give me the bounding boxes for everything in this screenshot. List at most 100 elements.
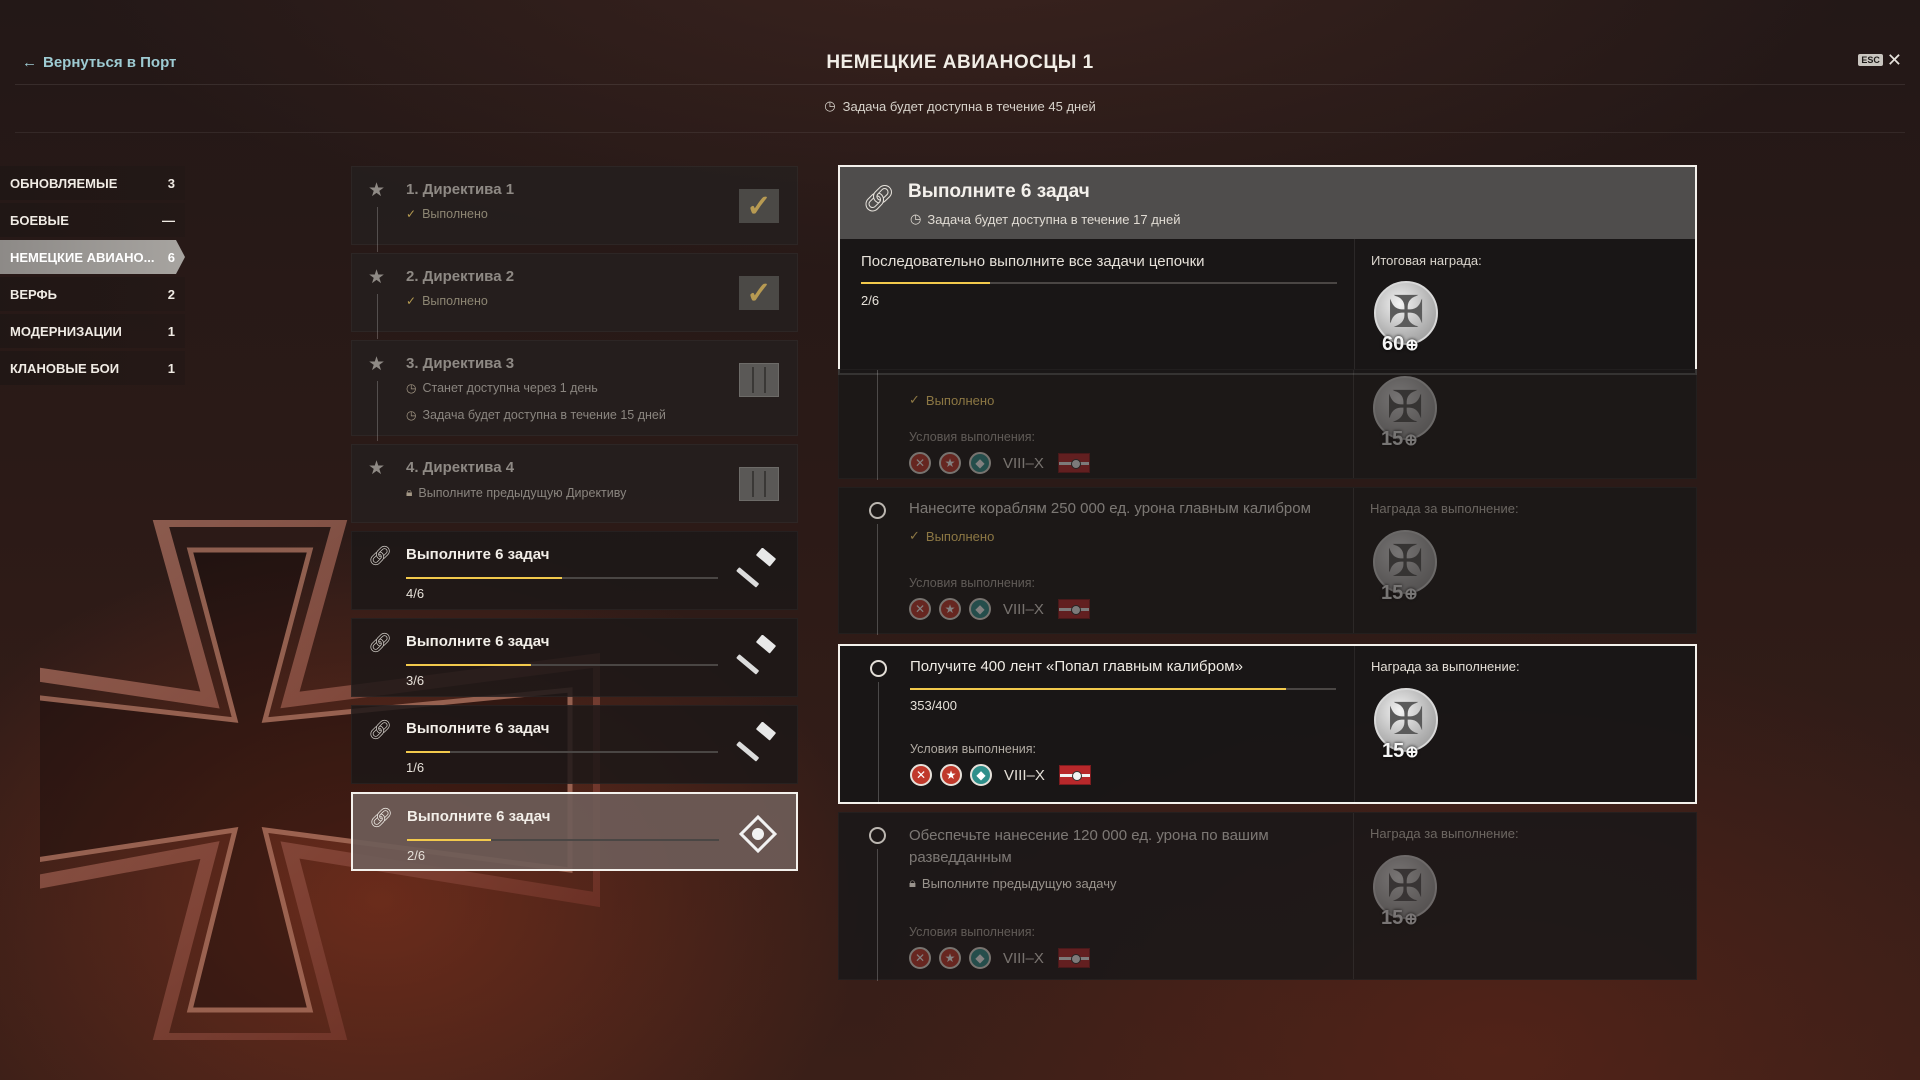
chain-card-1[interactable]: 🔗︎ Выполните 6 задач 4/6 (351, 531, 798, 610)
close-button[interactable]: ESC ✕ (1858, 51, 1902, 69)
battleship-icon: ◆ (969, 452, 991, 474)
clock-icon: ◷ (406, 381, 417, 395)
locked-crate-icon (739, 467, 779, 501)
category-item-german-carriers[interactable]: НЕМЕЦКИЕ АВИАНО... 6 (0, 240, 185, 274)
chain-progress-label: 3/6 (406, 673, 425, 688)
category-item-clan-battles[interactable]: КЛАНОВЫЕ БОИ 1 (0, 351, 185, 385)
close-icon[interactable]: ✕ (1887, 51, 1902, 69)
conditions-label: Условия выполнения: (909, 576, 1035, 590)
category-count: 1 (167, 323, 175, 339)
task-title-line-2: разведданным (909, 849, 1012, 866)
cruiser-icon: ★ (939, 452, 961, 474)
directive-status: ✓ Выполнено (406, 294, 488, 308)
chain-connector (377, 294, 378, 339)
cruiser-icon: ★ (939, 598, 961, 620)
germany-flag-icon (1057, 948, 1090, 968)
category-count: 1 (167, 360, 175, 376)
destroyer-icon: ✕ (909, 598, 931, 620)
clock-icon: ◷ (824, 98, 836, 113)
directive-card-1[interactable]: ★ 1. Директива 1 ✓ Выполнено ✓ (351, 166, 798, 252)
chain-card-2[interactable]: 🔗︎ Выполните 6 задач 3/6 (351, 618, 798, 697)
task-title-line-1: Обеспечьте нанесение 120 000 ед. урона п… (909, 827, 1269, 844)
task-card-2[interactable]: Нанесите кораблям 250 000 ед. урона глав… (838, 487, 1697, 635)
category-item-upgrades[interactable]: МОДЕРНИЗАЦИИ 1 (0, 314, 185, 348)
task-lock-status: 🔒︎ Выполните предыдущую задачу (909, 875, 1117, 891)
tier-range: VIII–X (1003, 949, 1044, 967)
chain-card-4-selected[interactable]: 🔗︎ Выполните 6 задач 2/6 (351, 792, 798, 871)
conditions-label: Условия выполнения: (909, 430, 1035, 444)
chain-summary-availability-text: Задача будет доступна в течение 17 дней (927, 211, 1181, 227)
chain-progress-label: 2/6 (407, 848, 426, 863)
task-lock-text: Выполните предыдущую задачу (921, 875, 1117, 891)
task-progress-bar (910, 688, 1336, 690)
directive-list: ★ 1. Директива 1 ✓ Выполнено ✓ ★ 2. Дире… (351, 166, 798, 879)
category-item-shipyard[interactable]: ВЕРФЬ 2 (0, 277, 185, 311)
completed-checkmark-icon: ✓ (739, 276, 779, 310)
task-status-text: Выполнено (925, 528, 995, 544)
hammer-icon (736, 722, 776, 762)
task-title: Нанесите кораблям 250 000 ед. урона глав… (909, 500, 1311, 517)
task-card-1[interactable]: ✓ Выполнено Условия выполнения: ✕ ★ ◆ VI… (838, 369, 1697, 480)
check-icon: ✓ (406, 294, 417, 308)
link-icon: 🔗︎ (369, 808, 394, 829)
category-label: НЕМЕЦКИЕ АВИАНО... (10, 249, 155, 265)
iron-cross-medal-icon: ✠ 15 ⊕ (1373, 376, 1437, 450)
germany-flag-icon (1057, 453, 1090, 473)
directive-status-text: Выполнено (422, 207, 488, 221)
task-reward-value: 15 (1381, 428, 1404, 450)
task-divider (1353, 813, 1354, 979)
directive-card-3[interactable]: ★ 3. Директива 3 ◷ Станет доступна через… (351, 340, 798, 441)
directive-availability-text: Задача будет доступна в течение 15 дней (422, 408, 666, 422)
task-reward-label: Награда за выполнение: (1370, 501, 1519, 516)
chain-connector (377, 381, 378, 441)
task-status: ✓ Выполнено (909, 528, 994, 544)
task-card-4[interactable]: Обеспечьте нанесение 120 000 ед. урона п… (838, 812, 1697, 981)
chain-summary-progress-label: 2/6 (861, 293, 880, 308)
chain-title: Выполните 6 задач (406, 720, 550, 737)
locked-crate-icon (739, 363, 779, 397)
clock-icon: ◷ (406, 408, 417, 422)
chain-progress-bar (406, 664, 718, 666)
category-item-updatable[interactable]: ОБНОВЛЯЕМЫЕ 3 (0, 166, 185, 200)
link-icon: 🔗︎ (368, 720, 393, 741)
chain-title: Выполните 6 задач (407, 808, 551, 825)
chain-summary-panel: 🔗︎ Выполните 6 задач ◷ Задача будет дост… (838, 165, 1697, 375)
star-icon: ★ (368, 458, 386, 479)
tier-range: VIII–X (1003, 454, 1044, 472)
lock-icon: 🔒︎ (406, 485, 413, 499)
hammer-icon (736, 548, 776, 588)
star-icon: ★ (368, 267, 386, 288)
chain-card-3[interactable]: 🔗︎ Выполните 6 задач 1/6 (351, 705, 798, 784)
directive-card-2[interactable]: ★ 2. Директива 2 ✓ Выполнено ✓ (351, 253, 798, 339)
cruiser-icon: ★ (940, 764, 962, 786)
hammer-icon (736, 635, 776, 675)
task-divider (1354, 646, 1355, 802)
category-count: 2 (167, 286, 175, 302)
destroyer-icon: ✕ (910, 764, 932, 786)
task-radio-icon (870, 660, 887, 677)
directive-status-text: Выполнено (422, 294, 488, 308)
conditions-row: ✕ ★ ◆ VIII–X (909, 452, 1090, 474)
directive-card-4[interactable]: ★ 4. Директива 4 🔒︎ Выполните предыдущую… (351, 444, 798, 523)
iron-cross-medal-icon: ✠ 15 ⊕ (1373, 855, 1437, 929)
directive-unlock-text: Станет доступна через 1 день (422, 381, 598, 395)
category-menu: ОБНОВЛЯЕМЫЕ 3 БОЕВЫЕ — НЕМЕЦКИЕ АВИАНО..… (0, 166, 185, 388)
category-count: 3 (167, 175, 175, 191)
chain-progress-bar (407, 839, 719, 841)
header-divider (15, 84, 1905, 85)
tier-range: VIII–X (1004, 766, 1045, 784)
directive-title: 4. Директива 4 (406, 459, 515, 476)
panel-divider (1354, 239, 1355, 375)
category-label: ВЕРФЬ (10, 286, 57, 302)
star-icon: ★ (368, 354, 386, 375)
task-card-3-active[interactable]: Получите 400 лент «Попал главным калибро… (838, 644, 1697, 804)
category-label: КЛАНОВЫЕ БОИ (10, 360, 120, 376)
chain-progress-label: 1/6 (406, 760, 425, 775)
link-icon: 🔗︎ (368, 633, 393, 654)
germany-flag-icon (1058, 765, 1091, 785)
battleship-icon: ◆ (969, 598, 991, 620)
chain-connector (877, 370, 878, 480)
task-reward-value: 15 (1381, 582, 1404, 604)
category-item-combat[interactable]: БОЕВЫЕ — (0, 203, 185, 237)
check-icon: ✓ (909, 528, 920, 543)
